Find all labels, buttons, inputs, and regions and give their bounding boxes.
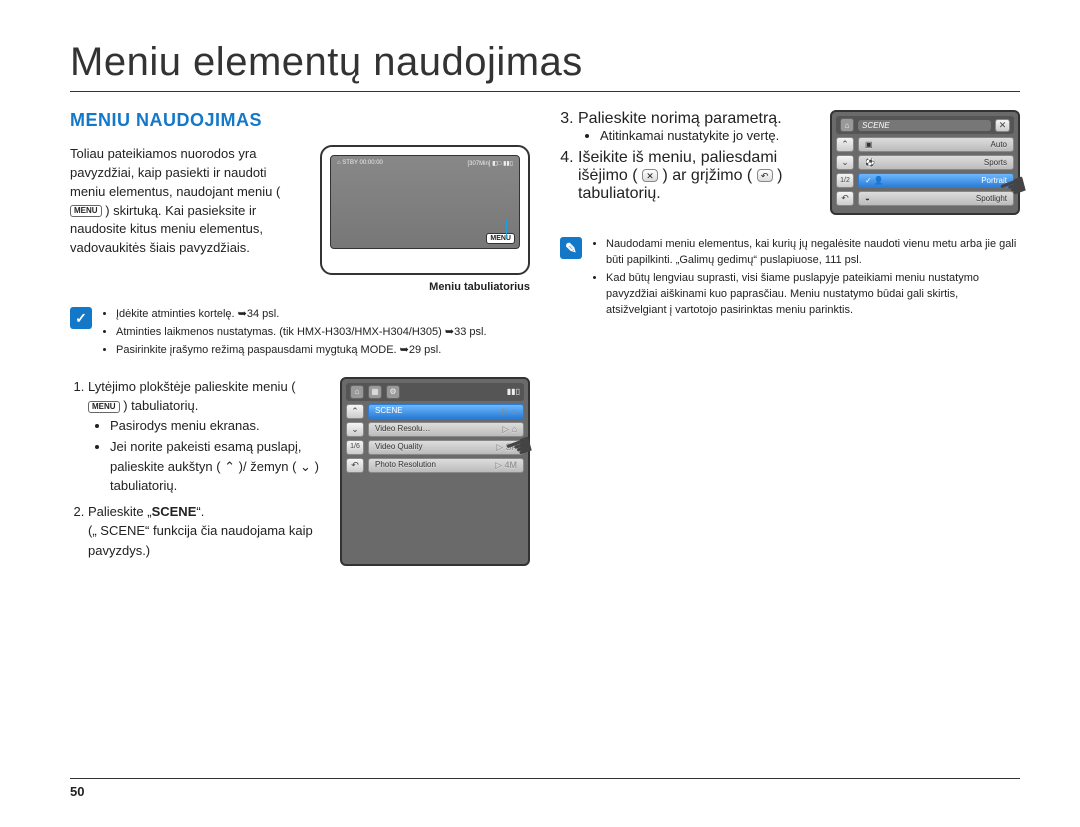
close-icon: ✕	[642, 169, 658, 182]
step4-b: ) ar grįžimo (	[662, 167, 752, 184]
steps-text-1: Lytėjimo plokštėje palieskite meniu ( ME…	[70, 377, 324, 567]
step2-a: Palieskite „	[88, 504, 152, 519]
screen-statusbar: ⌂ STBY 00:00:00 [307Min] ◧□ ▮▮▯	[331, 156, 519, 171]
step1-b: ) tabuliatorių.	[123, 398, 198, 413]
return-icon: ↶	[757, 169, 773, 182]
home-icon[interactable]: ⌂	[840, 118, 854, 132]
intro-part1: Toliau pateikiamos nuorodos yra pavyzdži…	[70, 146, 280, 199]
note-icon: ✎	[560, 237, 582, 259]
tab-icon[interactable]: ⌂	[350, 385, 364, 399]
check-icon: ✓	[70, 307, 92, 329]
pre-note-item: Atminties laikmenos nustatymas. (tik HMX…	[116, 325, 530, 341]
page-indicator: 1/6	[346, 440, 364, 455]
scene-sports[interactable]: ⚽Sports	[858, 155, 1014, 170]
up-button[interactable]: ⌃	[346, 404, 364, 419]
down-button[interactable]: ⌄	[836, 155, 854, 170]
up-button[interactable]: ⌃	[836, 137, 854, 152]
menu-badge: MENU	[70, 205, 102, 217]
left-column: MENIU NAUDOJIMAS Toliau pateikiamos nuor…	[70, 110, 530, 566]
page-number: 50	[70, 784, 84, 799]
step1-sub-item: Jei norite pakeisti esamą puslapį, palie…	[110, 437, 324, 496]
page-title: Meniu elementų naudojimas	[70, 40, 1020, 85]
menu-badge-inline: MENU	[88, 401, 120, 413]
right-column: Palieskite norimą parametrą. Atitinkamai…	[560, 110, 1020, 566]
step1-sub-item: Pasirodys meniu ekranas.	[110, 416, 324, 436]
content-columns: MENIU NAUDOJIMAS Toliau pateikiamos nuor…	[70, 110, 1020, 566]
screen-left-status: ⌂ STBY 00:00:00	[337, 160, 383, 167]
post-note-list: Naudodami meniu elementus, kai kurių jų …	[592, 237, 1020, 321]
steps-text-2: Palieskite norimą parametrą. Atitinkamai…	[560, 110, 814, 215]
steps-block-2: Palieskite norimą parametrą. Atitinkamai…	[560, 110, 1020, 215]
down-button[interactable]: ⌄	[346, 422, 364, 437]
manual-page: Meniu elementų naudojimas MENIU NAUDOJIM…	[0, 0, 1080, 566]
post-note-item: Naudodami meniu elementus, kai kurių jų …	[606, 237, 1020, 269]
footer-rule	[70, 778, 1020, 779]
step3: Palieskite norimą parametrą.	[578, 110, 782, 127]
mini2-title: SCENE	[858, 120, 991, 131]
menu-item-scene[interactable]: SCENE▷ ⌂	[368, 404, 524, 419]
pre-note-item: Pasirinkite įrašymo režimą paspausdami m…	[116, 343, 530, 359]
device-caption: Meniu tabuliatorius	[320, 281, 530, 293]
menu-item-photo-res[interactable]: Photo Resolution▷ 4M	[368, 458, 524, 473]
section-heading: MENIU NAUDOJIMAS	[70, 110, 530, 131]
step2-note: („ SCENE“ funkcija čia naudojama kaip pa…	[88, 521, 324, 560]
scene-auto[interactable]: ▣Auto	[858, 137, 1014, 152]
pre-note-item: Įdėkite atminties kortelę. ➥34 psl.	[116, 307, 530, 323]
callout-line	[506, 220, 507, 238]
intro-row: Toliau pateikiamos nuorodos yra pavyzdži…	[70, 145, 530, 293]
back-button[interactable]: ↶	[346, 458, 364, 473]
step1-sub: Pasirodys meniu ekranas. Jei norite pake…	[110, 416, 324, 496]
device-frame: ⌂ STBY 00:00:00 [307Min] ◧□ ▮▮▯ MENU	[320, 145, 530, 275]
menu-item-video-quality[interactable]: Video Quality▷ SF	[368, 440, 524, 455]
tab-icon[interactable]: ⚙	[386, 385, 400, 399]
pre-note-list: Įdėkite atminties kortelę. ➥34 psl. Atmi…	[102, 307, 530, 361]
tab-icon[interactable]: ▦	[368, 385, 382, 399]
step-1: Lytėjimo plokštėje palieskite meniu ( ME…	[88, 377, 324, 496]
steps-block-1: Lytėjimo plokštėje palieskite meniu ( ME…	[70, 377, 530, 567]
intro-text: Toliau pateikiamos nuorodos yra pavyzdži…	[70, 145, 302, 258]
step-2: Palieskite „SCENE“. („ SCENE“ funkcija č…	[88, 502, 324, 561]
title-rule	[70, 91, 1020, 92]
screen-menu-button[interactable]: MENU	[486, 233, 515, 244]
post-note-item: Kad būtų lengviau suprasti, visi šiame p…	[606, 271, 1020, 319]
step-3: Palieskite norimą parametrą. Atitinkamai…	[578, 110, 814, 143]
scene-portrait[interactable]: ✓ 👤Portrait	[858, 173, 1014, 188]
step2-b: “.	[196, 504, 204, 519]
scene-spotlight[interactable]: ◒Spotlight	[858, 191, 1014, 206]
pre-note-box: ✓ Įdėkite atminties kortelę. ➥34 psl. At…	[70, 307, 530, 361]
menu-screenshot-2: ⌂ SCENE ✕ ⌃ ▣Auto ⌄ ⚽Sports 1/2 ✓ 👤Po	[830, 110, 1020, 215]
device-screen: ⌂ STBY 00:00:00 [307Min] ◧□ ▮▮▯ MENU	[330, 155, 520, 249]
step2-bold: SCENE	[152, 504, 197, 519]
post-note-box: ✎ Naudodami meniu elementus, kai kurių j…	[560, 237, 1020, 321]
screen-right-status: [307Min] ◧□ ▮▮▯	[467, 160, 513, 167]
battery-icon: ▮▮▯	[507, 386, 520, 398]
step1-a: Lytėjimo plokštėje palieskite meniu (	[88, 379, 296, 394]
step-4: Išeikite iš meniu, paliesdami išėjimo ( …	[578, 149, 814, 203]
back-button[interactable]: ↶	[836, 191, 854, 206]
page-indicator: 1/2	[836, 173, 854, 188]
mini2-header: ⌂ SCENE ✕	[836, 116, 1014, 134]
close-button[interactable]: ✕	[995, 119, 1010, 132]
device-illustration: ⌂ STBY 00:00:00 [307Min] ◧□ ▮▮▯ MENU Men…	[320, 145, 530, 293]
mini1-header: ⌂ ▦ ⚙ ▮▮▯	[346, 383, 524, 401]
menu-screenshot-1: ⌂ ▦ ⚙ ▮▮▯ ⌃ SCENE▷ ⌂ ⌄ Video Resolu…▷ ⌂	[340, 377, 530, 567]
step3-sub: Atitinkamai nustatykite jo vertę.	[600, 128, 814, 143]
